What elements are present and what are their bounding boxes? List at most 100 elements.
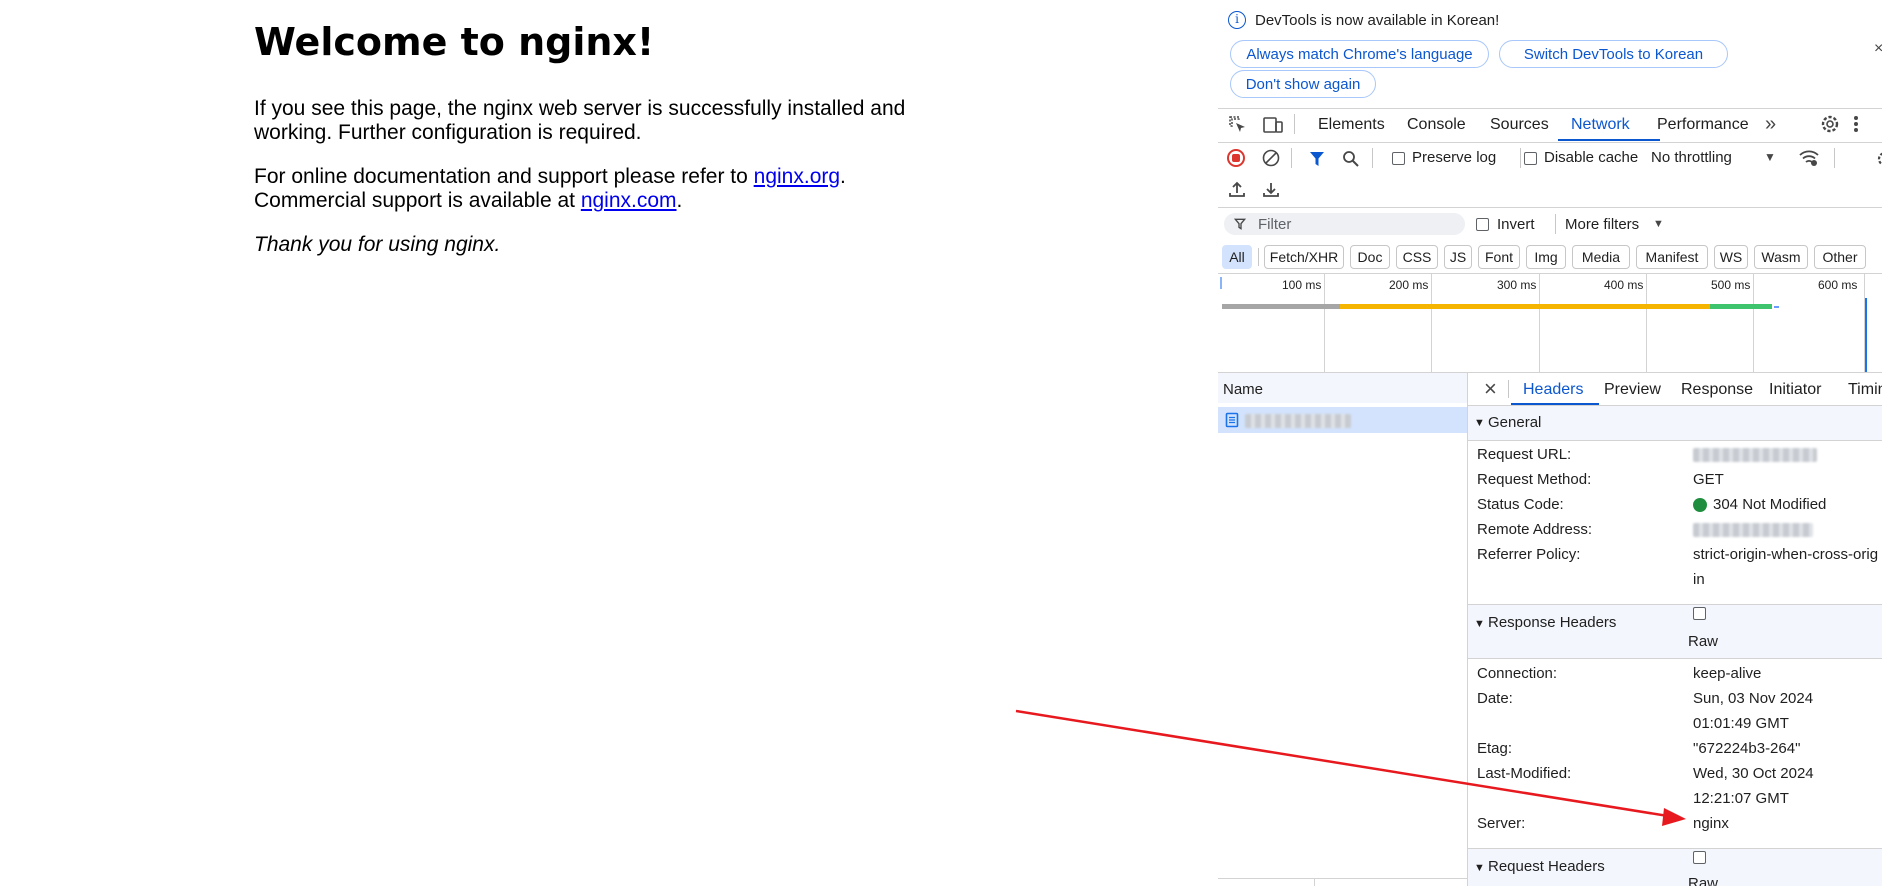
- timing-bar-waiting: [1222, 304, 1340, 309]
- inspect-element-icon[interactable]: [1228, 115, 1248, 135]
- filter-placeholder: Filter: [1258, 216, 1292, 233]
- tab-headers[interactable]: Headers: [1523, 381, 1583, 399]
- type-filter-all[interactable]: All: [1222, 245, 1252, 269]
- close-banner-icon[interactable]: ×: [1874, 40, 1882, 58]
- type-filter-wasm[interactable]: Wasm: [1754, 245, 1808, 269]
- divider: [1218, 878, 1467, 879]
- tab-console[interactable]: Console: [1407, 116, 1466, 134]
- tab-network[interactable]: Network: [1571, 116, 1630, 134]
- status-code-value: 304 Not Modified: [1713, 496, 1827, 513]
- tab-timing[interactable]: Timin: [1848, 381, 1882, 399]
- raw-checkbox[interactable]: [1693, 607, 1706, 620]
- raw-checkbox[interactable]: [1693, 851, 1706, 864]
- timeline-handle[interactable]: [1220, 277, 1222, 289]
- filter-funnel-icon[interactable]: [1308, 150, 1326, 168]
- name-column-header[interactable]: Name: [1223, 381, 1263, 398]
- type-filter-img[interactable]: Img: [1526, 245, 1566, 269]
- divider: [1834, 148, 1835, 168]
- timeline-grid-line: [1646, 274, 1647, 372]
- type-filter-media[interactable]: Media: [1572, 245, 1630, 269]
- date-value-cont: 01:01:49 GMT: [1693, 715, 1789, 732]
- timeline-tick: 600 ms: [1818, 278, 1858, 292]
- divider: [1508, 380, 1509, 398]
- disable-cache-checkbox[interactable]: [1524, 152, 1537, 165]
- timeline-tick: 200 ms: [1389, 278, 1429, 292]
- tab-initiator[interactable]: Initiator: [1769, 381, 1821, 399]
- banner-message: DevTools is now available in Korean!: [1255, 12, 1500, 29]
- docs-period: .: [840, 165, 846, 188]
- settings-gear-icon[interactable]: [1819, 113, 1841, 135]
- thanks-line: Thank you for using nginx.: [254, 233, 500, 257]
- search-icon[interactable]: [1342, 150, 1360, 168]
- response-headers-title: Response Headers: [1488, 614, 1617, 631]
- timing-bar-ttfb: [1340, 304, 1710, 309]
- preserve-log-checkbox[interactable]: [1392, 152, 1405, 165]
- tab-sources[interactable]: Sources: [1490, 116, 1549, 134]
- kebab-menu-icon[interactable]: [1853, 113, 1859, 135]
- last-modified-key: Last-Modified:: [1477, 765, 1572, 782]
- tab-response[interactable]: Response: [1681, 381, 1753, 399]
- type-filter-manifest[interactable]: Manifest: [1636, 245, 1708, 269]
- timeline-grid-line: [1431, 274, 1432, 372]
- invert-checkbox[interactable]: [1476, 218, 1489, 231]
- chevron-down-icon[interactable]: ▼: [1764, 150, 1776, 164]
- timing-bar-download: [1710, 304, 1772, 309]
- intro-line-1: If you see this page, the nginx web serv…: [254, 97, 906, 120]
- tab-elements[interactable]: Elements: [1318, 116, 1385, 134]
- nginx-org-link[interactable]: nginx.org: [754, 165, 840, 188]
- timeline-grid-line: [1753, 274, 1754, 372]
- type-filter-css[interactable]: CSS: [1396, 245, 1438, 269]
- type-filter-ws[interactable]: WS: [1714, 245, 1748, 269]
- etag-key: Etag:: [1477, 740, 1513, 757]
- switch-korean-button[interactable]: Switch DevTools to Korean: [1499, 40, 1728, 68]
- import-har-upload-icon[interactable]: [1228, 180, 1246, 198]
- more-filters-dropdown[interactable]: More filters: [1565, 216, 1639, 233]
- close-details-icon[interactable]: ×: [1484, 378, 1497, 400]
- timeline-tick: 300 ms: [1497, 278, 1537, 292]
- dont-show-again-button[interactable]: Don't show again: [1230, 70, 1376, 98]
- type-filter-fetch-xhr[interactable]: Fetch/XHR: [1264, 245, 1344, 269]
- page-heading: Welcome to nginx!: [254, 20, 655, 64]
- type-filter-font[interactable]: Font: [1478, 245, 1520, 269]
- invert-label: Invert: [1497, 216, 1535, 233]
- web-page: Welcome to nginx! If you see this page, …: [0, 0, 1218, 886]
- settings-gear-icon[interactable]: [1876, 150, 1882, 168]
- request-headers-title: Request Headers: [1488, 858, 1605, 875]
- divider: [1218, 142, 1882, 143]
- device-toolbar-icon[interactable]: [1262, 115, 1284, 135]
- type-filter-js[interactable]: JS: [1444, 245, 1472, 269]
- tab-performance[interactable]: Performance: [1657, 116, 1749, 134]
- docs-line: For online documentation and support ple…: [254, 165, 846, 189]
- divider: [1520, 148, 1521, 168]
- nginx-com-link[interactable]: nginx.com: [581, 189, 677, 212]
- raw-label: Raw: [1688, 633, 1719, 650]
- tab-preview[interactable]: Preview: [1604, 381, 1661, 399]
- type-filter-doc[interactable]: Doc: [1350, 245, 1390, 269]
- clear-icon[interactable]: [1262, 149, 1280, 167]
- server-value: nginx: [1693, 815, 1729, 832]
- divider: [1218, 108, 1882, 109]
- chevron-down-icon[interactable]: ▼: [1653, 218, 1664, 230]
- response-headers-section-header[interactable]: [1468, 605, 1882, 658]
- active-tab-indicator: [1558, 139, 1660, 141]
- type-filter-other[interactable]: Other: [1814, 245, 1866, 269]
- timeline-grid-line: [1324, 274, 1325, 372]
- commercial-text: Commercial support is available at: [254, 189, 581, 212]
- referrer-policy-value-cont: in: [1693, 571, 1705, 588]
- request-url-redacted: [1693, 448, 1817, 462]
- network-conditions-wifi-icon[interactable]: [1798, 148, 1820, 168]
- throttling-select[interactable]: No throttling: [1651, 149, 1732, 166]
- date-key: Date:: [1477, 690, 1513, 707]
- divider: [1218, 207, 1882, 208]
- more-tabs-icon[interactable]: »: [1765, 113, 1776, 136]
- document-icon: [1225, 412, 1239, 428]
- triangle-down-icon: ▼: [1474, 618, 1485, 630]
- divider: [1468, 440, 1882, 441]
- preserve-log-label: Preserve log: [1412, 149, 1497, 166]
- stop-recording-icon[interactable]: [1227, 149, 1245, 167]
- export-har-download-icon[interactable]: [1262, 180, 1280, 198]
- disable-cache-label: Disable cache: [1544, 149, 1639, 166]
- triangle-down-icon: ▼: [1474, 862, 1485, 874]
- match-language-button[interactable]: Always match Chrome's language: [1230, 40, 1489, 68]
- status-ok-dot-icon: [1693, 498, 1707, 512]
